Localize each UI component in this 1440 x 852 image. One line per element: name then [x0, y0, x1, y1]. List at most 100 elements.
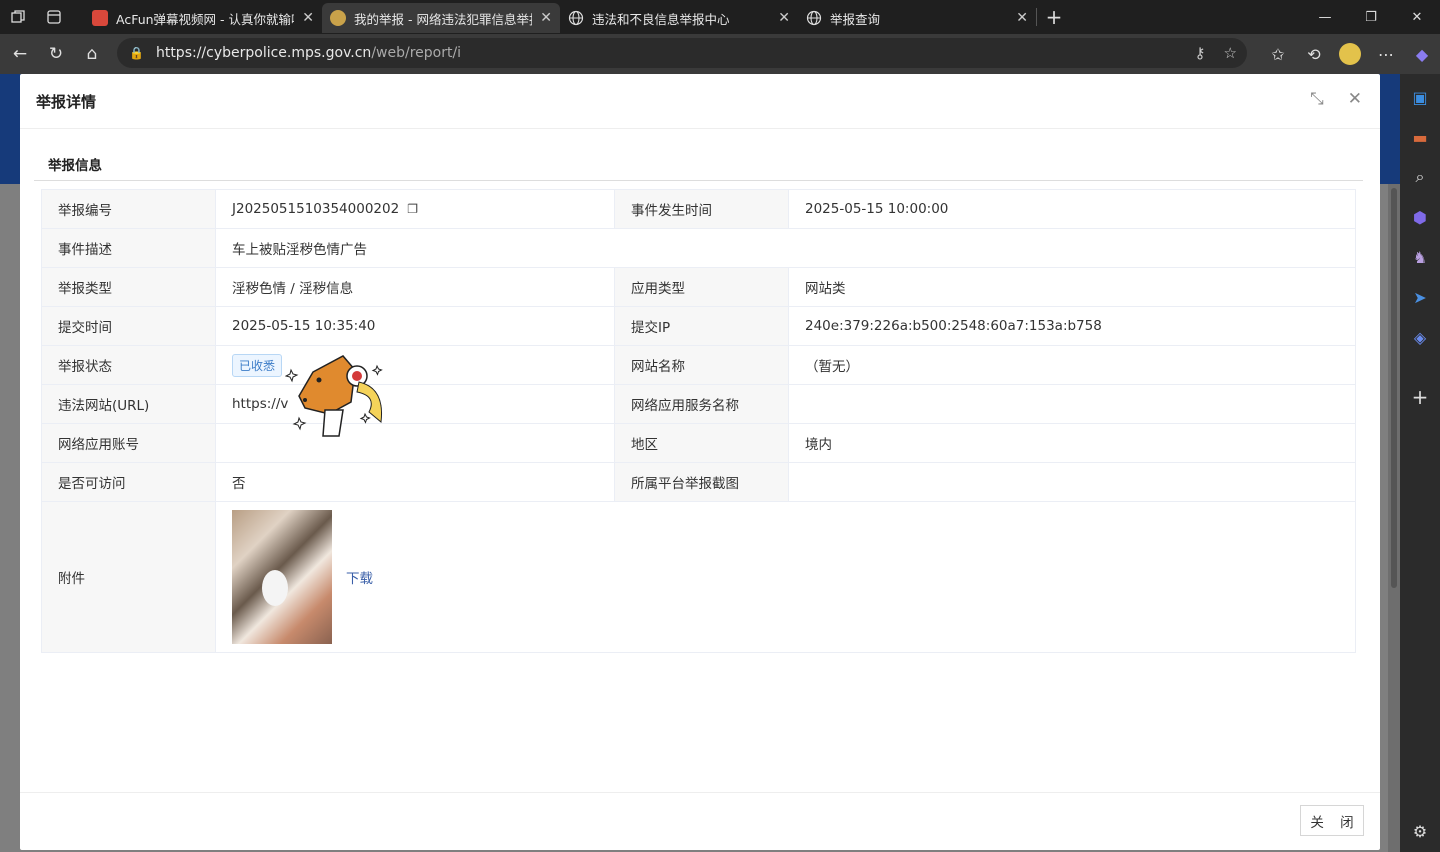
description-label: 事件描述: [41, 228, 216, 268]
report-no-value: J2025051510354000202: [232, 201, 400, 217]
table-row: 提交时间 2025-05-15 10:35:40 提交IP 240e:379:2…: [41, 306, 1356, 346]
section-divider: [34, 180, 1363, 181]
section-title: 举报信息: [48, 158, 102, 174]
police-favicon-icon: [330, 10, 346, 26]
event-time-label: 事件发生时间: [614, 189, 789, 229]
attachment-thumbnail[interactable]: [232, 510, 332, 644]
account-value: [215, 423, 615, 463]
close-tab-icon[interactable]: ✕: [302, 10, 314, 26]
collapse-icon[interactable]: ⤡: [1310, 89, 1324, 109]
submit-ip-value: 240e:379:226a:b500:2548:60a7:153a:b758: [788, 306, 1356, 346]
accessible-label: 是否可访问: [41, 462, 216, 502]
home-icon[interactable]: ⌂: [74, 38, 110, 70]
favorite-star-icon[interactable]: ☆: [1224, 44, 1237, 62]
submit-ip-label: 提交IP: [614, 306, 789, 346]
close-button[interactable]: 关 闭: [1300, 805, 1364, 836]
table-row: 举报状态 已收悉 网站名称 （暂无）: [41, 345, 1356, 385]
table-row: 是否可访问 否 所属平台举报截图: [41, 462, 1356, 502]
outlook-icon[interactable]: ▣: [1407, 84, 1433, 110]
copilot-app-icon[interactable]: ⬢: [1407, 204, 1433, 230]
copilot-icon[interactable]: ◆: [1404, 38, 1440, 70]
shopping-tag-icon[interactable]: ◈: [1407, 324, 1433, 350]
submit-time-label: 提交时间: [41, 306, 216, 346]
horse-sticker-icon: [285, 355, 383, 437]
workspaces-icon[interactable]: [0, 0, 36, 34]
address-toolbar: ← ↻ ⌂ 🔒 https://cyberpolice.mps.gov.cn/w…: [0, 34, 1440, 74]
app-type-label: 应用类型: [614, 267, 789, 307]
copy-icon[interactable]: ❐: [407, 202, 418, 216]
table-row: 举报类型 淫秽色情 / 淫秽信息 应用类型 网站类: [41, 267, 1356, 307]
table-row: 举报编号 J2025051510354000202 ❐ 事件发生时间 2025-0…: [41, 189, 1356, 229]
app-type-value: 网站类: [788, 267, 1356, 307]
password-key-icon[interactable]: ⚷: [1195, 44, 1206, 62]
more-menu-icon[interactable]: ⋯: [1368, 38, 1404, 70]
table-row: 违法网站(URL) https://v 网络应用服务名称: [41, 384, 1356, 424]
close-tab-icon[interactable]: ✕: [778, 10, 790, 26]
site-name-label: 网站名称: [614, 345, 789, 385]
restore-icon[interactable]: ❐: [1348, 0, 1394, 34]
url-label: 违法网站(URL): [41, 384, 216, 424]
sidebar-settings-icon[interactable]: ⚙: [1407, 818, 1433, 844]
account-label: 网络应用账号: [41, 423, 216, 463]
add-panel-icon[interactable]: +: [1407, 384, 1433, 410]
tab-my-reports[interactable]: 我的举报 - 网络违法犯罪信息举报 ✕: [322, 3, 560, 33]
accessible-value: 否: [215, 462, 615, 502]
report-detail-dialog: 举报详情 ⤡ ✕ 举报信息 举报编号 J2025051510354000202 ❐…: [20, 74, 1380, 850]
tools-briefcase-icon[interactable]: ▬: [1407, 124, 1433, 150]
close-window-icon[interactable]: ✕: [1394, 0, 1440, 34]
tab-bar: AcFun弹幕视频网 - 认真你就输啦 ✕ 我的举报 - 网络违法犯罪信息举报 …: [0, 0, 1440, 34]
refresh-icon[interactable]: ↻: [38, 38, 74, 70]
table-row: 网络应用账号 地区 境内: [41, 423, 1356, 463]
globe-icon: [568, 10, 584, 26]
acfun-favicon-icon: [92, 10, 108, 26]
platform-screenshot-label: 所属平台举报截图: [614, 462, 789, 502]
report-no-label: 举报编号: [41, 189, 216, 229]
submit-time-value: 2025-05-15 10:35:40: [215, 306, 615, 346]
profile-avatar[interactable]: [1332, 38, 1368, 70]
tab-report-query[interactable]: 举报查询 ✕: [798, 3, 1036, 33]
status-label: 举报状态: [41, 345, 216, 385]
platform-screenshot-value: [788, 462, 1356, 502]
new-tab-icon[interactable]: +: [1037, 2, 1071, 32]
url-value: https://v: [215, 384, 615, 424]
search-icon[interactable]: ⌕: [1407, 164, 1433, 190]
tab-actions-icon[interactable]: [36, 0, 72, 34]
tab-acfun[interactable]: AcFun弹幕视频网 - 认真你就输啦 ✕: [84, 3, 322, 33]
report-info-table: 举报编号 J2025051510354000202 ❐ 事件发生时间 2025-0…: [41, 189, 1356, 653]
close-tab-icon[interactable]: ✕: [1016, 10, 1028, 26]
table-row: 事件描述 车上被贴淫秽色情广告: [41, 228, 1356, 268]
favorites-icon[interactable]: ✩: [1260, 38, 1296, 70]
minimize-icon[interactable]: —: [1302, 0, 1348, 34]
window-controls: — ❐ ✕: [1302, 0, 1440, 34]
browser-tools: ✩ ⟲ ⋯ ◆: [1260, 34, 1440, 74]
region-label: 地区: [614, 423, 789, 463]
close-tab-icon[interactable]: ✕: [540, 10, 552, 26]
table-row: 附件 下载: [41, 501, 1356, 653]
history-icon[interactable]: ⟲: [1296, 38, 1332, 70]
lock-icon[interactable]: 🔒: [129, 46, 144, 60]
close-icon[interactable]: ✕: [1348, 89, 1362, 109]
service-name-label: 网络应用服务名称: [614, 384, 789, 424]
service-name-value: [788, 384, 1356, 424]
games-icon[interactable]: ♞: [1407, 244, 1433, 270]
download-link[interactable]: 下载: [346, 571, 373, 587]
dialog-title: 举报详情: [36, 92, 97, 111]
edge-sidebar: ▣ ▬ ⌕ ⬢ ♞ ➤ ◈ + ⚙: [1400, 74, 1440, 852]
dialog-header: 举报详情 ⤡ ✕: [20, 74, 1380, 129]
region-value: 境内: [788, 423, 1356, 463]
page-viewport: 举报详情 ⤡ ✕ 举报信息 举报编号 J2025051510354000202 ❐…: [0, 74, 1400, 852]
dialog-footer: 关 闭: [20, 792, 1380, 850]
site-name-value: （暂无）: [788, 345, 1356, 385]
event-time-value: 2025-05-15 10:00:00: [788, 189, 1356, 229]
page-scrollbar[interactable]: [1388, 184, 1400, 852]
url-field[interactable]: 🔒 https://cyberpolice.mps.gov.cn/web/rep…: [117, 38, 1247, 68]
report-no-cell: J2025051510354000202 ❐: [215, 189, 615, 229]
attachment-cell: 下载: [215, 501, 1356, 653]
report-type-label: 举报类型: [41, 267, 216, 307]
tab-report-center[interactable]: 违法和不良信息举报中心 ✕: [560, 3, 798, 33]
globe-icon: [806, 10, 822, 26]
send-icon[interactable]: ➤: [1407, 284, 1433, 310]
back-icon[interactable]: ←: [2, 38, 38, 70]
attachment-label: 附件: [41, 501, 216, 653]
description-value: 车上被贴淫秽色情广告: [215, 228, 1356, 268]
